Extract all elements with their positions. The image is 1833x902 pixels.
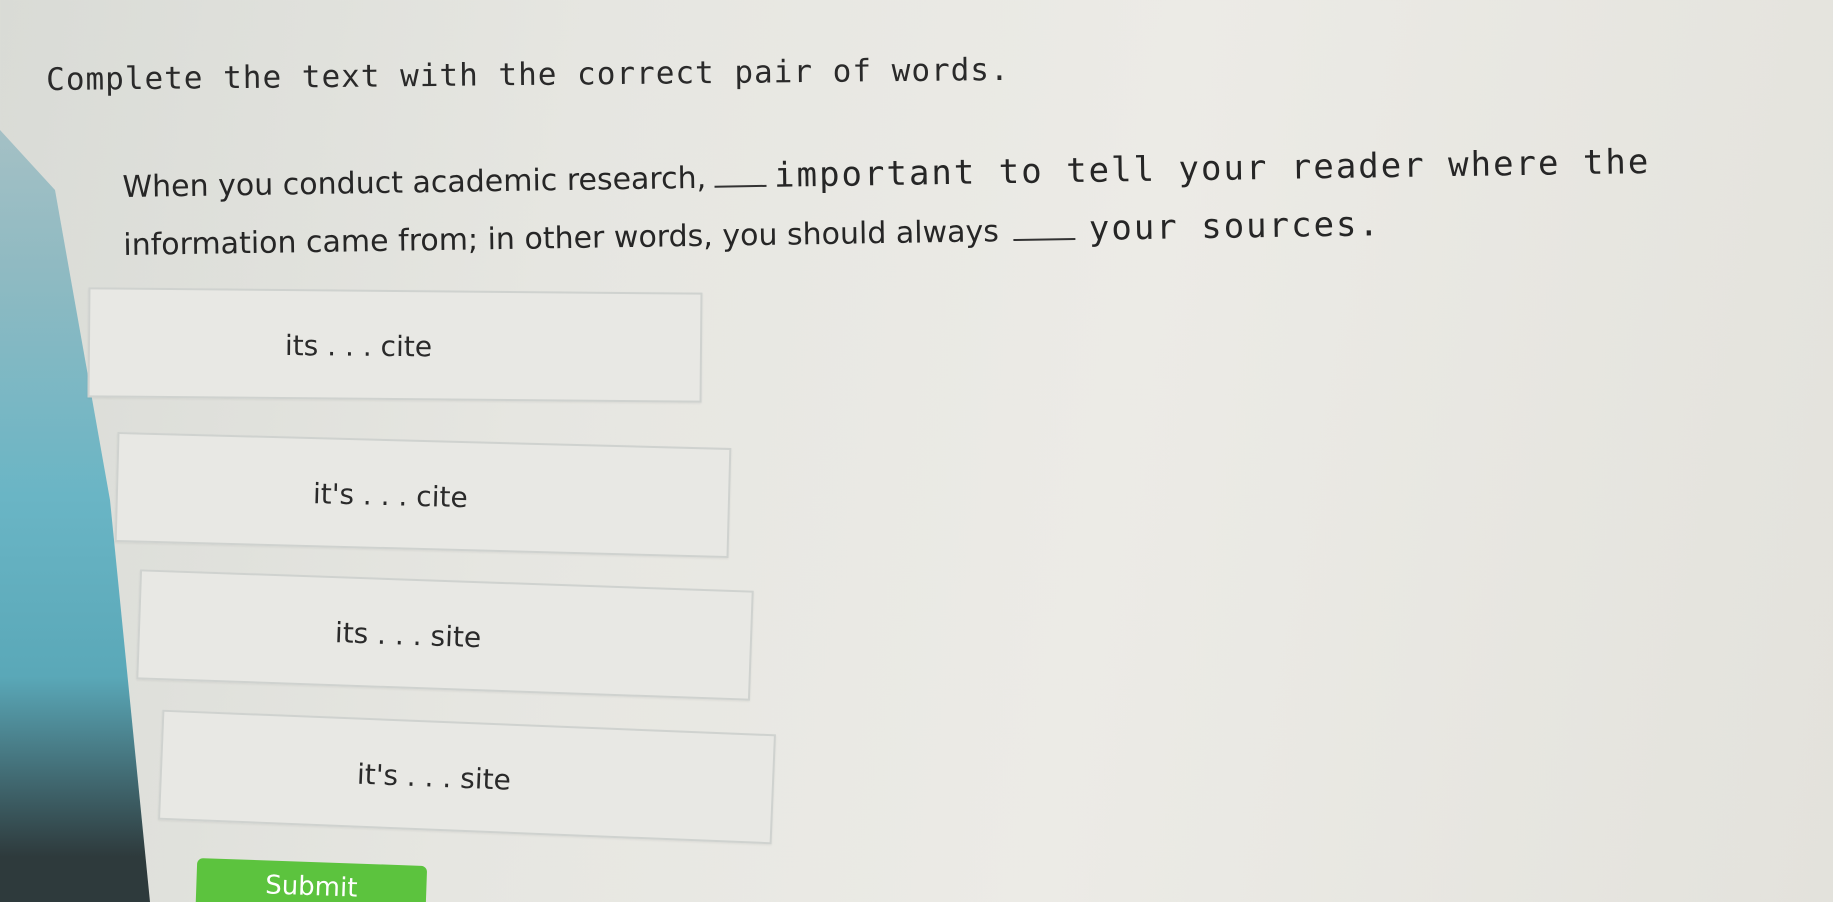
question-part-4: your sources. xyxy=(1088,204,1382,249)
blank-1 xyxy=(713,158,767,188)
answer-option-its-site[interactable]: its . . . site xyxy=(136,569,754,701)
answer-option-label: it's . . . cite xyxy=(312,477,469,515)
answer-option-label: its . . . site xyxy=(334,616,482,655)
submit-button[interactable]: Submit xyxy=(194,858,428,902)
answer-option-its-cite[interactable]: its . . . cite xyxy=(87,287,703,403)
question-part-2: important to tell your reader where the xyxy=(773,141,1651,196)
answer-option-label: it's . . . site xyxy=(356,757,512,797)
blank-2 xyxy=(1012,212,1076,242)
instruction-text: Complete the text with the correct pair … xyxy=(46,51,1010,98)
question-panel: Complete the text with the correct pair … xyxy=(0,0,1833,902)
answer-option-label: its . . . cite xyxy=(284,329,433,364)
question-part-1: When you conduct academic research, xyxy=(122,160,707,205)
question-text: When you conduct academic research, impor… xyxy=(122,134,1652,274)
answer-option-its-apostrophe-site[interactable]: it's . . . site xyxy=(158,709,776,845)
question-part-3: information came from; in other words, y… xyxy=(123,214,1000,263)
answer-option-its-apostrophe-cite[interactable]: it's . . . cite xyxy=(114,431,732,559)
